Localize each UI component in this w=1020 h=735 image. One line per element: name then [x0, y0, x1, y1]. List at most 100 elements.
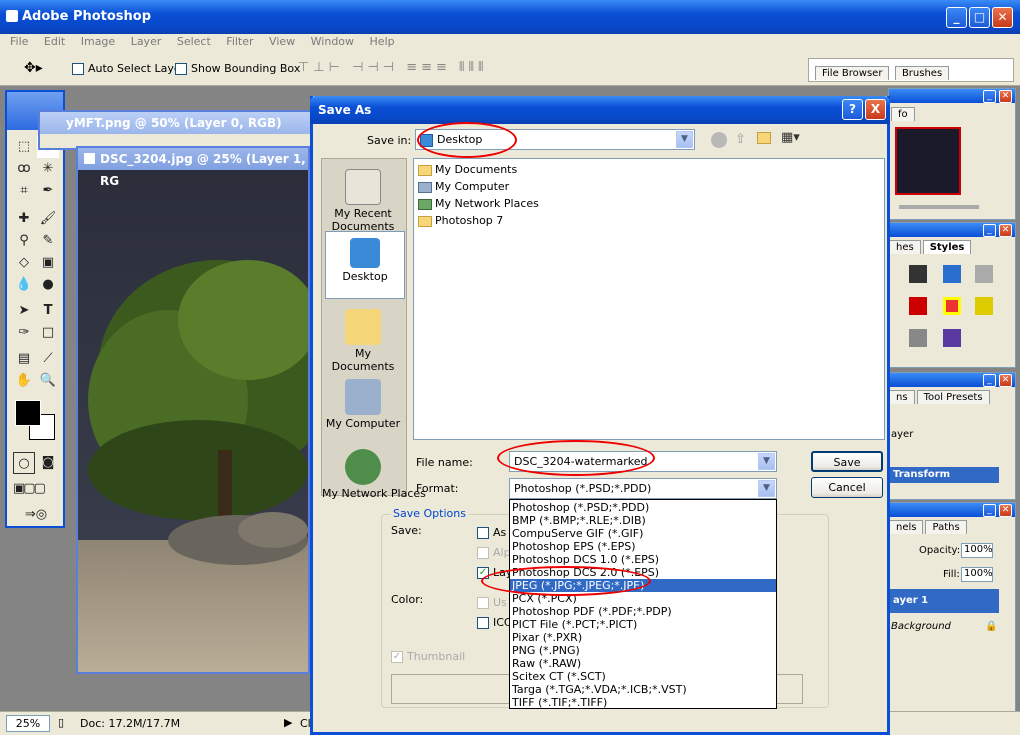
brush-icon[interactable]: 🖌 — [37, 208, 59, 230]
healing-icon[interactable]: ✚ — [13, 208, 35, 230]
fill-field[interactable]: 100% — [961, 567, 993, 582]
dialog-close-button[interactable]: X — [865, 99, 886, 120]
format-option[interactable]: CompuServe GIF (*.GIF) — [510, 527, 776, 540]
path-select-icon[interactable]: ➤ — [13, 300, 35, 322]
format-option[interactable]: PICT File (*.PCT;*.PICT) — [510, 618, 776, 631]
format-option[interactable]: BMP (*.BMP;*.RLE;*.DIB) — [510, 514, 776, 527]
foreground-color-swatch[interactable] — [15, 400, 41, 426]
option-icc[interactable]: ICC — [477, 616, 512, 629]
tab-tool-presets[interactable]: Tool Presets — [916, 390, 990, 404]
zoom-field[interactable]: 25% — [6, 715, 50, 732]
gradient-icon[interactable]: ▣ — [37, 252, 59, 274]
format-dropdown-arrow-icon[interactable]: ▼ — [758, 480, 775, 497]
format-option[interactable]: PNG (*.PNG) — [510, 644, 776, 657]
history-minimize-button[interactable]: _ — [983, 374, 996, 387]
tab-brushes[interactable]: Brushes — [894, 66, 950, 80]
document-front-title[interactable]: DSC_3204.jpg @ 25% (Layer 1, RG — [78, 148, 308, 188]
menu-view[interactable]: View — [269, 35, 295, 48]
layer-row-background[interactable]: Background — [891, 621, 951, 632]
tab-file-browser[interactable]: File Browser — [815, 66, 890, 80]
menu-edit[interactable]: Edit — [44, 35, 65, 48]
tab-swatches[interactable]: hes — [889, 240, 921, 254]
save-button[interactable]: Save — [811, 451, 883, 472]
view-menu-icon[interactable]: ▦▾ — [781, 130, 800, 145]
format-options-list[interactable]: Photoshop (*.PSD;*.PDD) BMP (*.BMP;*.RLE;… — [509, 499, 777, 709]
list-item[interactable]: My Documents — [414, 161, 884, 178]
history-brush-icon[interactable]: ✎ — [37, 230, 59, 252]
eraser-icon[interactable]: ◇ — [13, 252, 35, 274]
move-tool-icon[interactable]: ✥▸ — [24, 60, 43, 76]
menu-select[interactable]: Select — [177, 35, 211, 48]
document-window-front[interactable]: DSC_3204.jpg @ 25% (Layer 1, RG — [76, 146, 310, 674]
format-option[interactable]: Photoshop EPS (*.EPS) — [510, 540, 776, 553]
format-option[interactable]: Raw (*.RAW) — [510, 657, 776, 670]
file-name-dropdown-arrow-icon[interactable]: ▼ — [758, 453, 775, 470]
place-my-documents[interactable]: My Documents — [322, 303, 404, 373]
style-swatch-8[interactable] — [943, 329, 961, 347]
place-network[interactable]: My Network Places — [322, 443, 426, 500]
tab-styles[interactable]: Styles — [922, 240, 972, 254]
quick-mask-icon[interactable]: ○ — [13, 452, 35, 474]
auto-select-checkbox[interactable] — [72, 63, 84, 75]
document-window-back[interactable]: yMFT.png @ 50% (Layer 0, RGB) — [38, 110, 318, 150]
notes-icon[interactable]: ▤ — [13, 348, 35, 370]
history-item-transform[interactable]: Transform — [889, 467, 999, 483]
eyedropper-icon[interactable]: ⟋ — [37, 348, 59, 370]
icc-checkbox[interactable] — [477, 617, 489, 629]
document-back-title[interactable]: yMFT.png @ 50% (Layer 0, RGB) — [40, 112, 316, 134]
layers-close-button[interactable]: ✕ — [999, 504, 1012, 517]
menu-filter[interactable]: Filter — [226, 35, 253, 48]
menu-layer[interactable]: Layer — [131, 35, 162, 48]
layer-row-layer-1[interactable]: ayer 1 — [889, 589, 999, 613]
navigator-close-button[interactable]: ✕ — [999, 90, 1012, 103]
format-option[interactable]: Photoshop DCS 1.0 (*.EPS) — [510, 553, 776, 566]
list-item[interactable]: My Computer — [414, 178, 884, 195]
file-list[interactable]: My Documents My Computer My Network Plac… — [413, 158, 885, 440]
style-swatch-4[interactable] — [909, 297, 927, 315]
dialog-help-button[interactable]: ? — [842, 99, 863, 120]
cancel-button[interactable]: Cancel — [811, 477, 883, 498]
magic-wand-icon[interactable]: ✳ — [37, 158, 59, 180]
format-option[interactable]: Pixar (*.PXR) — [510, 631, 776, 644]
style-swatch-3[interactable] — [975, 265, 993, 283]
menu-file[interactable]: File — [10, 35, 28, 48]
format-option[interactable]: TIFF (*.TIF;*.TIFF) — [510, 696, 776, 709]
navigator-minimize-button[interactable]: _ — [983, 90, 996, 103]
quick-mask-mode-icon[interactable]: ◙ — [37, 452, 59, 474]
tab-paths[interactable]: Paths — [925, 520, 967, 534]
type-icon[interactable]: T — [37, 300, 59, 322]
style-swatch-1[interactable] — [909, 265, 927, 283]
maximize-button[interactable]: □ — [969, 7, 990, 28]
navigator-zoom-slider[interactable] — [899, 205, 979, 209]
style-swatch-2[interactable] — [943, 265, 961, 283]
save-in-dropdown-arrow-icon[interactable]: ▼ — [676, 131, 693, 148]
minimize-button[interactable]: _ — [946, 7, 967, 28]
format-dropdown[interactable]: Photoshop (*.PSD;*.PDD) ▼ — [509, 478, 777, 499]
tab-actions[interactable]: ns — [889, 390, 915, 404]
hand-icon[interactable]: ✋ — [13, 370, 35, 392]
as-copy-checkbox[interactable] — [477, 527, 489, 539]
format-option[interactable]: Photoshop PDF (*.PDF;*.PDP) — [510, 605, 776, 618]
shape-icon[interactable]: □ — [37, 322, 59, 344]
place-my-computer[interactable]: My Computer — [322, 373, 404, 430]
close-button[interactable]: ✕ — [992, 7, 1013, 28]
bounding-box-option[interactable]: Show Bounding Box — [175, 62, 300, 75]
lasso-icon[interactable]: ꝏ — [13, 158, 35, 180]
styles-close-button[interactable]: ✕ — [999, 224, 1012, 237]
blur-icon[interactable]: 💧 — [13, 274, 35, 296]
photo-canvas[interactable] — [78, 170, 308, 672]
auto-select-option[interactable]: Auto Select Layer — [72, 62, 185, 75]
option-as-a-copy[interactable]: As — [477, 526, 506, 539]
zoom-icon[interactable]: 🔍 — [37, 370, 59, 392]
list-item[interactable]: Photoshop 7 — [414, 212, 884, 229]
stamp-icon[interactable]: ⚲ — [13, 230, 35, 252]
crop-icon[interactable]: ⌗ — [13, 180, 35, 202]
status-menu-arrow-icon[interactable]: ▶ — [284, 716, 292, 729]
up-folder-icon[interactable]: ⇧ — [735, 132, 746, 147]
list-item[interactable]: My Network Places — [414, 195, 884, 212]
screen-mode-icon[interactable]: ▣▢▢ — [13, 478, 46, 500]
menu-window[interactable]: Window — [311, 35, 354, 48]
pen-icon[interactable]: ✑ — [13, 322, 35, 344]
new-folder-icon[interactable] — [757, 132, 771, 144]
history-close-button[interactable]: ✕ — [999, 374, 1012, 387]
